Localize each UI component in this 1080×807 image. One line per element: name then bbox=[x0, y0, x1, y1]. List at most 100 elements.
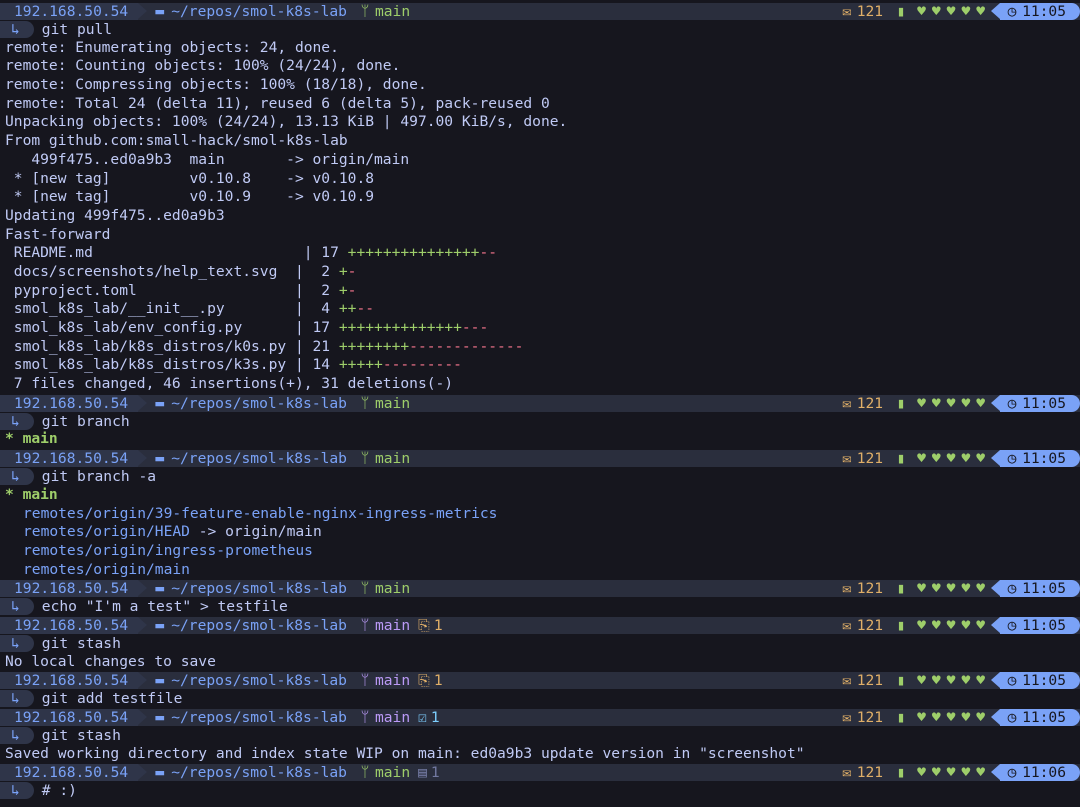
command-line[interactable]: ↳ git add testfile bbox=[0, 689, 1080, 708]
output-line: remote: Total 24 (delta 11), reused 6 (d… bbox=[5, 94, 550, 112]
clock-time: 11:05 bbox=[1022, 450, 1066, 468]
prompt-arrow: ↳ bbox=[0, 782, 34, 800]
prompt-bar: 192.168.50.54 ▬ ~/repos/smol-k8s-lab ᛘ mai… bbox=[0, 672, 1080, 690]
heart-icon: ♥ bbox=[931, 394, 941, 412]
git-branch-icon: ᛘ bbox=[360, 764, 370, 782]
clock-icon: ◷ bbox=[1007, 709, 1017, 726]
battery-icon: ▮ bbox=[896, 580, 906, 598]
prompt-bar: 192.168.50.54 ▬ ~/repos/smol-k8s-lab ᛘ mai… bbox=[0, 580, 1080, 598]
prompt-bar: 192.168.50.54 ▬ ~/repos/smol-k8s-lab ᛘ mai… bbox=[0, 3, 1080, 20]
git-branch: main bbox=[374, 580, 411, 598]
heart-icon: ♥ bbox=[961, 764, 971, 782]
heart-icon: ♥ bbox=[917, 709, 926, 726]
clock-time: 11:05 bbox=[1022, 394, 1066, 412]
heart-icon: ♥ bbox=[976, 672, 986, 690]
command-text: echo "I'm a test" > testfile bbox=[41, 598, 288, 616]
output-line: From github.com:small-hack/smol-k8s-lab bbox=[5, 132, 348, 150]
clock-time: 11:05 bbox=[1022, 580, 1066, 598]
battery-icon: ▮ bbox=[896, 709, 906, 726]
heart-icon: ♥ bbox=[917, 450, 926, 468]
mail-count: 121 bbox=[856, 450, 884, 468]
heart-icon: ♥ bbox=[976, 764, 986, 782]
mail-icon: ✉ bbox=[842, 616, 852, 634]
diffstat-plus: ++ bbox=[338, 300, 357, 318]
diffstat-plus: +++++++++++++++ bbox=[347, 244, 480, 262]
command-line[interactable]: ↳ echo "I'm a test" > testfile bbox=[0, 597, 1080, 616]
command-line[interactable]: ↳ # :) bbox=[0, 781, 1080, 800]
git-branch: main bbox=[374, 3, 411, 20]
staged-check-icon: ☑ bbox=[418, 709, 427, 726]
output-line: remote: Compressing objects: 100% (18/18… bbox=[5, 76, 427, 94]
remote-branch: remotes/origin/HEAD -> origin/main bbox=[23, 523, 322, 541]
battery-icon: ▮ bbox=[896, 450, 906, 468]
host-ip: 192.168.50.54 bbox=[0, 580, 139, 598]
diffstat-minus: - bbox=[347, 281, 357, 299]
current-directory: ~/repos/smol-k8s-lab bbox=[171, 672, 347, 690]
diffstat-row: smol_k8s_lab/__init__.py | 4 ++-- bbox=[0, 300, 1080, 319]
heart-icon: ♥ bbox=[931, 3, 941, 20]
current-directory: ~/repos/smol-k8s-lab bbox=[171, 394, 347, 412]
command-line[interactable]: ↳ git branch bbox=[0, 412, 1080, 431]
clock-time: 11:05 bbox=[1022, 3, 1066, 20]
prompt-arrow: ↳ bbox=[0, 726, 34, 744]
battery-icon: ▮ bbox=[896, 394, 906, 412]
battery-icon: ▮ bbox=[896, 616, 906, 634]
host-ip: 192.168.50.54 bbox=[0, 672, 139, 690]
output-line: 7 files changed, 46 insertions(+), 31 de… bbox=[5, 375, 454, 393]
heart-icon: ♥ bbox=[976, 450, 986, 468]
host-ip: 192.168.50.54 bbox=[0, 709, 139, 726]
clock-icon: ◷ bbox=[1007, 764, 1017, 782]
terminal[interactable]: 192.168.50.54 ▬ ~/repos/smol-k8s-lab ᛘ mai… bbox=[0, 0, 1080, 800]
command-text: git pull bbox=[41, 20, 113, 38]
prompt-bar: 192.168.50.54 ▬ ~/repos/smol-k8s-lab ᛘ mai… bbox=[0, 764, 1080, 782]
prompt-arrow: ↳ bbox=[0, 634, 34, 652]
diffstat-minus: -- bbox=[479, 244, 498, 262]
diffstat-file: smol_k8s_lab/k8s_distros/k0s.py | 21 bbox=[5, 337, 339, 355]
git-branch: main bbox=[374, 672, 411, 690]
command-text: git branch -a bbox=[41, 467, 157, 485]
mail-count: 121 bbox=[856, 709, 884, 726]
diffstat-file: pyproject.toml | 2 bbox=[5, 281, 339, 299]
command-line[interactable]: ↳ git branch -a bbox=[0, 467, 1080, 486]
heart-icon: ♥ bbox=[946, 672, 956, 690]
heart-icon: ♥ bbox=[961, 709, 971, 726]
untracked-file-icon: ⎘ bbox=[418, 672, 430, 690]
heart-icon: ♥ bbox=[961, 616, 971, 634]
current-branch: * main bbox=[5, 430, 58, 448]
heart-icon: ♥ bbox=[976, 616, 986, 634]
heart-icon: ♥ bbox=[931, 580, 941, 598]
mail-icon: ✉ bbox=[842, 450, 852, 468]
output-line: remote: Enumerating objects: 24, done. bbox=[5, 38, 339, 56]
diffstat-row: pyproject.toml | 2 +- bbox=[0, 282, 1080, 301]
heart-icon: ♥ bbox=[917, 394, 926, 412]
heart-icon: ♥ bbox=[917, 616, 926, 634]
mail-icon: ✉ bbox=[842, 709, 852, 726]
git-branch: main bbox=[374, 616, 411, 634]
heart-icon: ♥ bbox=[946, 580, 956, 598]
command-line[interactable]: ↳ git stash bbox=[0, 634, 1080, 653]
diffstat-row: smol_k8s_lab/env_config.py | 17 ++++++++… bbox=[0, 319, 1080, 338]
command-text: git add testfile bbox=[41, 690, 183, 708]
diffstat-row: smol_k8s_lab/k8s_distros/k3s.py | 14 +++… bbox=[0, 356, 1080, 375]
clock-icon: ◷ bbox=[1007, 3, 1017, 20]
diffstat-file: smol_k8s_lab/k8s_distros/k3s.py | 14 bbox=[5, 356, 339, 374]
heart-icon: ♥ bbox=[917, 3, 926, 20]
heart-icon: ♥ bbox=[961, 580, 971, 598]
output-line: * [new tag] v0.10.8 -> v0.10.8 bbox=[5, 169, 375, 187]
command-text: git branch bbox=[41, 412, 130, 430]
prompt-arrow: ↳ bbox=[0, 690, 34, 708]
folder-icon: ▬ bbox=[155, 709, 165, 726]
prompt-arrow: ↳ bbox=[0, 412, 34, 430]
heart-icon: ♥ bbox=[946, 616, 956, 634]
mail-icon: ✉ bbox=[842, 672, 852, 690]
diffstat-plus: +++++ bbox=[338, 356, 383, 374]
host-ip: 192.168.50.54 bbox=[0, 3, 139, 20]
diffstat-plus: + bbox=[338, 262, 348, 280]
folder-icon: ▬ bbox=[155, 580, 165, 598]
folder-icon: ▬ bbox=[155, 394, 165, 412]
command-line[interactable]: ↳ git stash bbox=[0, 726, 1080, 745]
output-line: Updating 499f475..ed0a9b3 bbox=[5, 206, 225, 224]
clock-time: 11:05 bbox=[1022, 672, 1066, 690]
command-line[interactable]: ↳ git pull bbox=[0, 20, 1080, 39]
heart-icon: ♥ bbox=[961, 450, 971, 468]
